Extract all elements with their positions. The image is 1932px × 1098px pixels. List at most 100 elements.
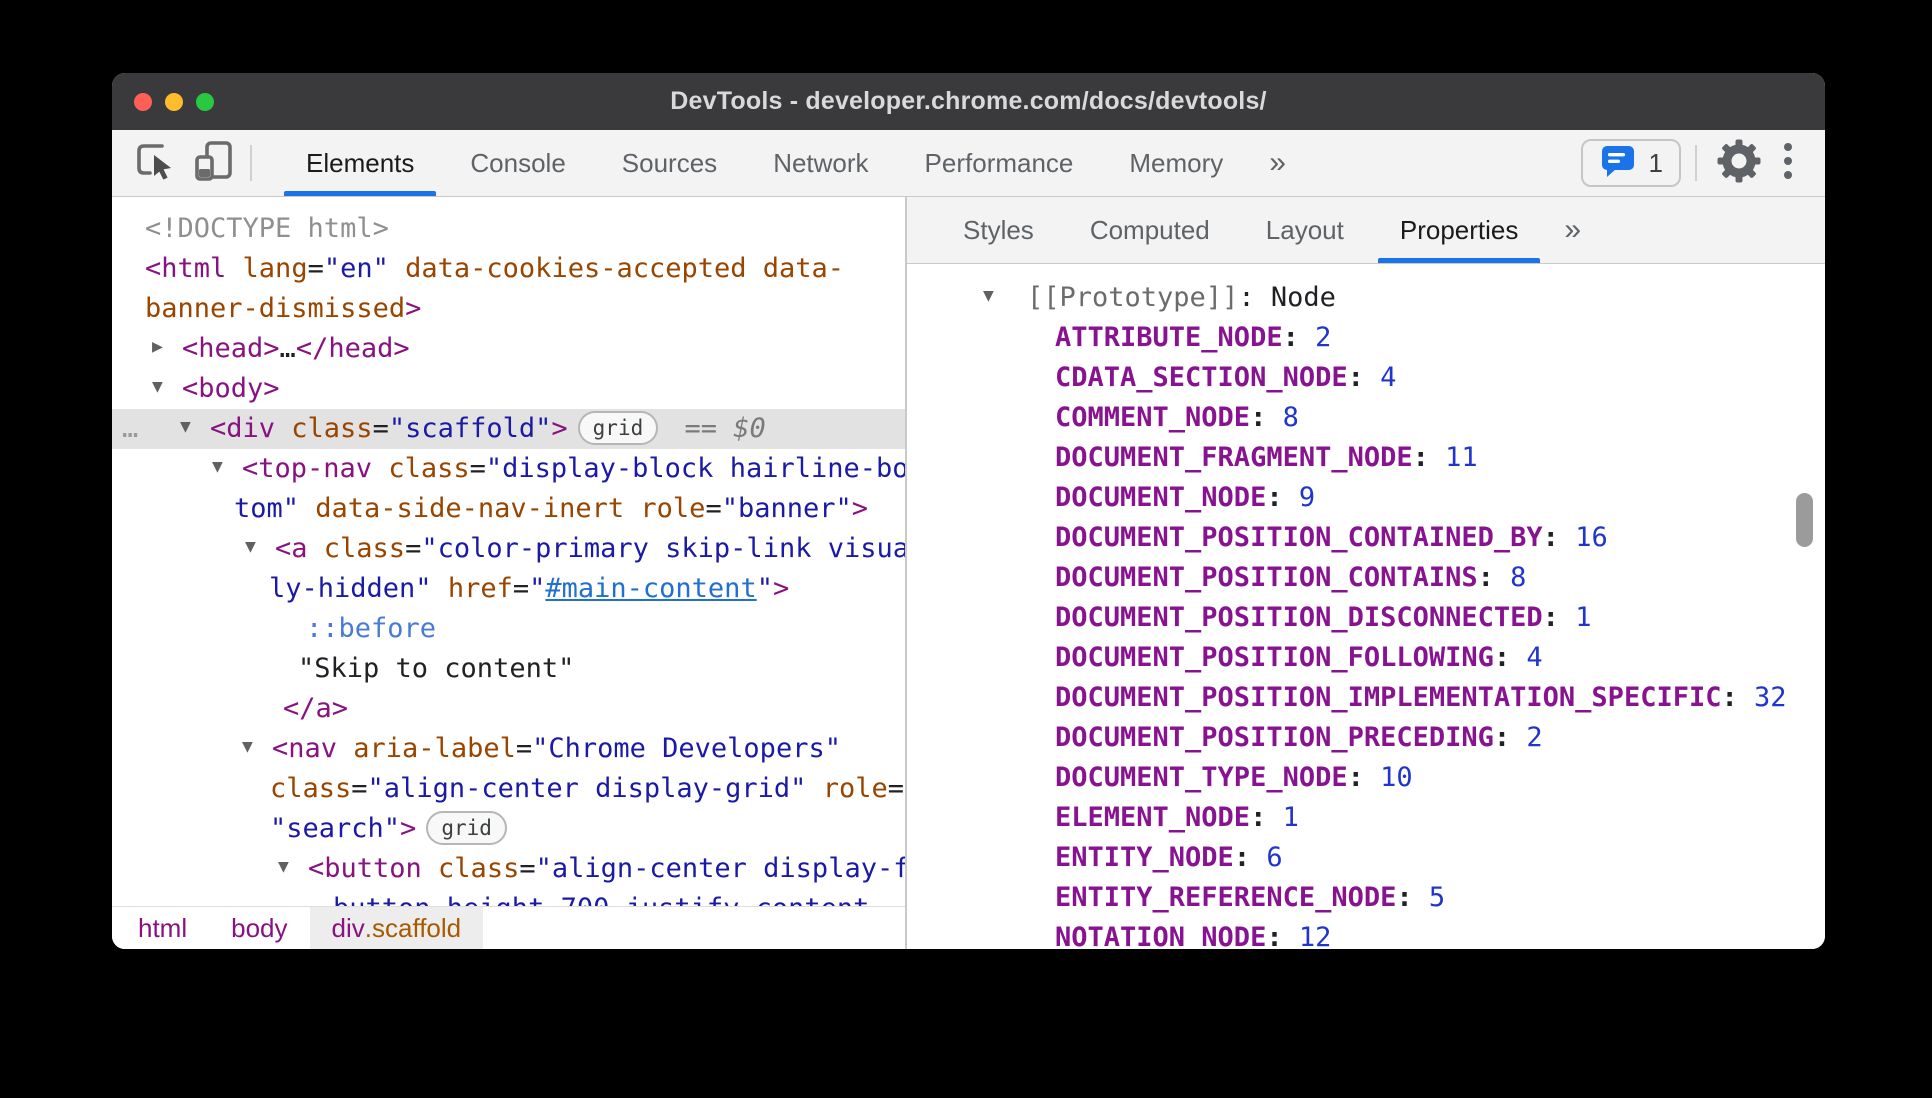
property-colon: : [1396, 882, 1429, 913]
tree-row[interactable]: <!DOCTYPE html> [112, 209, 905, 249]
tree-row[interactable]: ▼ <nav aria-label="Chrome Developers" [112, 729, 905, 769]
property-colon: : [1233, 842, 1267, 873]
minimize-button[interactable] [165, 92, 183, 111]
token-tag: </head> [295, 333, 410, 364]
tree-row[interactable]: ▼ <body> [112, 369, 905, 409]
property-row[interactable]: ELEMENT_NODE: 1 [907, 798, 1825, 838]
token-plain: = [705, 493, 722, 524]
property-row[interactable]: DOCUMENT_POSITION_CONTAINS: 8 [907, 558, 1825, 598]
property-row[interactable]: COMMENT_NODE: 8 [907, 398, 1825, 438]
tab-console[interactable]: Console [442, 130, 593, 196]
property-name: ENTITY_NODE [1055, 842, 1234, 873]
token-attr: data-cookies-accepted [405, 253, 747, 284]
property-row[interactable]: DOCUMENT_POSITION_DISCONNECTED: 1 [907, 598, 1825, 638]
issues-button[interactable]: 1 [1580, 139, 1681, 187]
property-colon: : [1347, 362, 1381, 393]
chevron-down-icon[interactable]: ▼ [152, 367, 182, 407]
device-toolbar-button[interactable] [184, 130, 242, 196]
token-val: "Chrome Developers" [532, 733, 841, 764]
property-value: 4 [1380, 362, 1397, 393]
elements-sidebar: Styles Computed Layout Properties» ▼ [[Proto… [905, 197, 1825, 949]
chevron-down-icon[interactable]: ▼ [278, 847, 308, 887]
breadcrumb-item[interactable]: html [116, 907, 209, 949]
node-menu-ellipsis[interactable]: … [122, 409, 138, 449]
property-row[interactable]: DOCUMENT_TYPE_NODE: 10 [907, 758, 1825, 798]
sidebar-tab-properties[interactable]: Properties [1372, 197, 1547, 263]
tree-row[interactable]: ▶ <head>…</head> [112, 329, 905, 369]
token-tag: </a> [283, 693, 349, 724]
chevron-right-icon[interactable]: ▶ [152, 327, 182, 367]
grid-badge[interactable]: grid [577, 410, 659, 445]
property-row[interactable]: ENTITY_NODE: 6 [907, 838, 1825, 878]
zoom-button[interactable] [196, 92, 214, 111]
tab-sources[interactable]: Sources [594, 130, 745, 196]
sidebar-tab-computed[interactable]: Computed [1062, 197, 1238, 263]
chevron-down-icon[interactable]: ▼ [212, 447, 242, 487]
tree-row[interactable]: ::before [112, 609, 905, 649]
property-row[interactable]: ATTRIBUTE_NODE: 2 [907, 318, 1825, 358]
property-row[interactable]: DOCUMENT_FRAGMENT_NODE: 11 [907, 438, 1825, 478]
inspect-element-button[interactable] [126, 130, 184, 196]
tree-row[interactable]: ▼ <a class="color-primary skip-link visua [112, 529, 905, 569]
tree-row[interactable]: ▼ <button class="align-center display-f [112, 849, 905, 889]
token-attr: href [447, 573, 513, 604]
chevron-down-icon[interactable]: ▼ [180, 407, 210, 447]
tab-memory[interactable]: Memory [1101, 130, 1251, 196]
prototype-label: [[Prototype]] [1027, 282, 1239, 313]
tree-row[interactable]: class="align-center display-grid" role= [112, 769, 905, 809]
token-gray: <!DOCTYPE html> [145, 213, 389, 244]
property-value: 10 [1380, 762, 1413, 793]
close-button[interactable] [134, 92, 152, 111]
property-name: ENTITY_REFERENCE_NODE [1055, 882, 1397, 913]
token-attr: role [640, 493, 706, 524]
property-row[interactable]: ENTITY_REFERENCE_NODE: 5 [907, 878, 1825, 918]
breadcrumb-item[interactable]: body [209, 907, 309, 949]
tree-row[interactable]: </a> [112, 689, 905, 729]
settings-button[interactable] [1711, 135, 1767, 191]
property-value: 8 [1510, 562, 1527, 593]
tree-row[interactable]: <html lang="en" data-cookies-accepted da… [112, 249, 905, 289]
grid-badge[interactable]: grid [426, 810, 507, 845]
chevron-down-icon[interactable]: ▼ [983, 276, 1027, 316]
property-row[interactable]: DOCUMENT_NODE: 9 [907, 478, 1825, 518]
sidebar-more-tabs-button[interactable]: » [1546, 197, 1599, 263]
property-row[interactable]: DOCUMENT_POSITION_IMPLEMENTATION_SPECIFI… [907, 678, 1825, 718]
tree-row[interactable]: "search"> grid [112, 809, 905, 849]
scrollbar-thumb[interactable] [1796, 493, 1813, 547]
property-row[interactable]: NOTATION_NODE: 12 [907, 918, 1825, 949]
tree-row[interactable]: banner-dismissed> [112, 289, 905, 329]
breadcrumb-item[interactable]: div .scaffold [309, 907, 484, 949]
chevron-down-icon[interactable]: ▼ [245, 527, 275, 567]
traffic-lights [134, 73, 214, 130]
tree-row[interactable]: ly-hidden" href="#main-content"> [112, 569, 905, 609]
token-val: "en" [323, 253, 389, 284]
more-tabs-button[interactable]: » [1251, 130, 1304, 196]
selected-tab-underline [284, 191, 437, 196]
property-row[interactable]: DOCUMENT_POSITION_PRECEDING: 2 [907, 718, 1825, 758]
tree-row[interactable]: ▼ <top-nav class="display-block hairline-… [112, 449, 905, 489]
tree-row[interactable]: … ▼ <div class="scaffold"> grid == $0 [112, 409, 905, 449]
tab-elements[interactable]: Elements [278, 130, 442, 196]
more-options-button[interactable] [1767, 135, 1809, 191]
tree-row[interactable]: tom" data-side-nav-inert role="banner"> [112, 489, 905, 529]
property-name: ELEMENT_NODE [1055, 802, 1251, 833]
tab-network[interactable]: Network [745, 130, 896, 196]
property-row[interactable]: CDATA_SECTION_NODE: 4 [907, 358, 1825, 398]
devtools-main: <!DOCTYPE html> <html lang="en" data-cook… [112, 197, 1825, 949]
tree-row[interactable]: "Skip to content" [112, 649, 905, 689]
token-attr: lang [242, 253, 308, 284]
token-plain: = [372, 413, 389, 444]
sidebar-tab-layout[interactable]: Layout [1238, 197, 1372, 263]
token-plain: = [351, 773, 368, 804]
token-tag: <nav [272, 733, 354, 764]
tab-performance[interactable]: Performance [897, 130, 1102, 196]
property-row[interactable]: DOCUMENT_POSITION_CONTAINED_BY: 16 [907, 518, 1825, 558]
crumb-tag: html [138, 912, 188, 943]
sidebar-tab-styles[interactable]: Styles [935, 197, 1062, 263]
tree-row[interactable]: button-height-700 justify-content- [112, 889, 905, 906]
prototype-row[interactable]: ▼ [[Prototype]]: Node [907, 278, 1825, 318]
chevron-down-icon[interactable]: ▼ [242, 727, 272, 767]
main-toolbar: Elements Console Sources Network Performance… [112, 130, 1825, 197]
property-row[interactable]: DOCUMENT_POSITION_FOLLOWING: 4 [907, 638, 1825, 678]
token-link: #main-content [545, 573, 757, 604]
